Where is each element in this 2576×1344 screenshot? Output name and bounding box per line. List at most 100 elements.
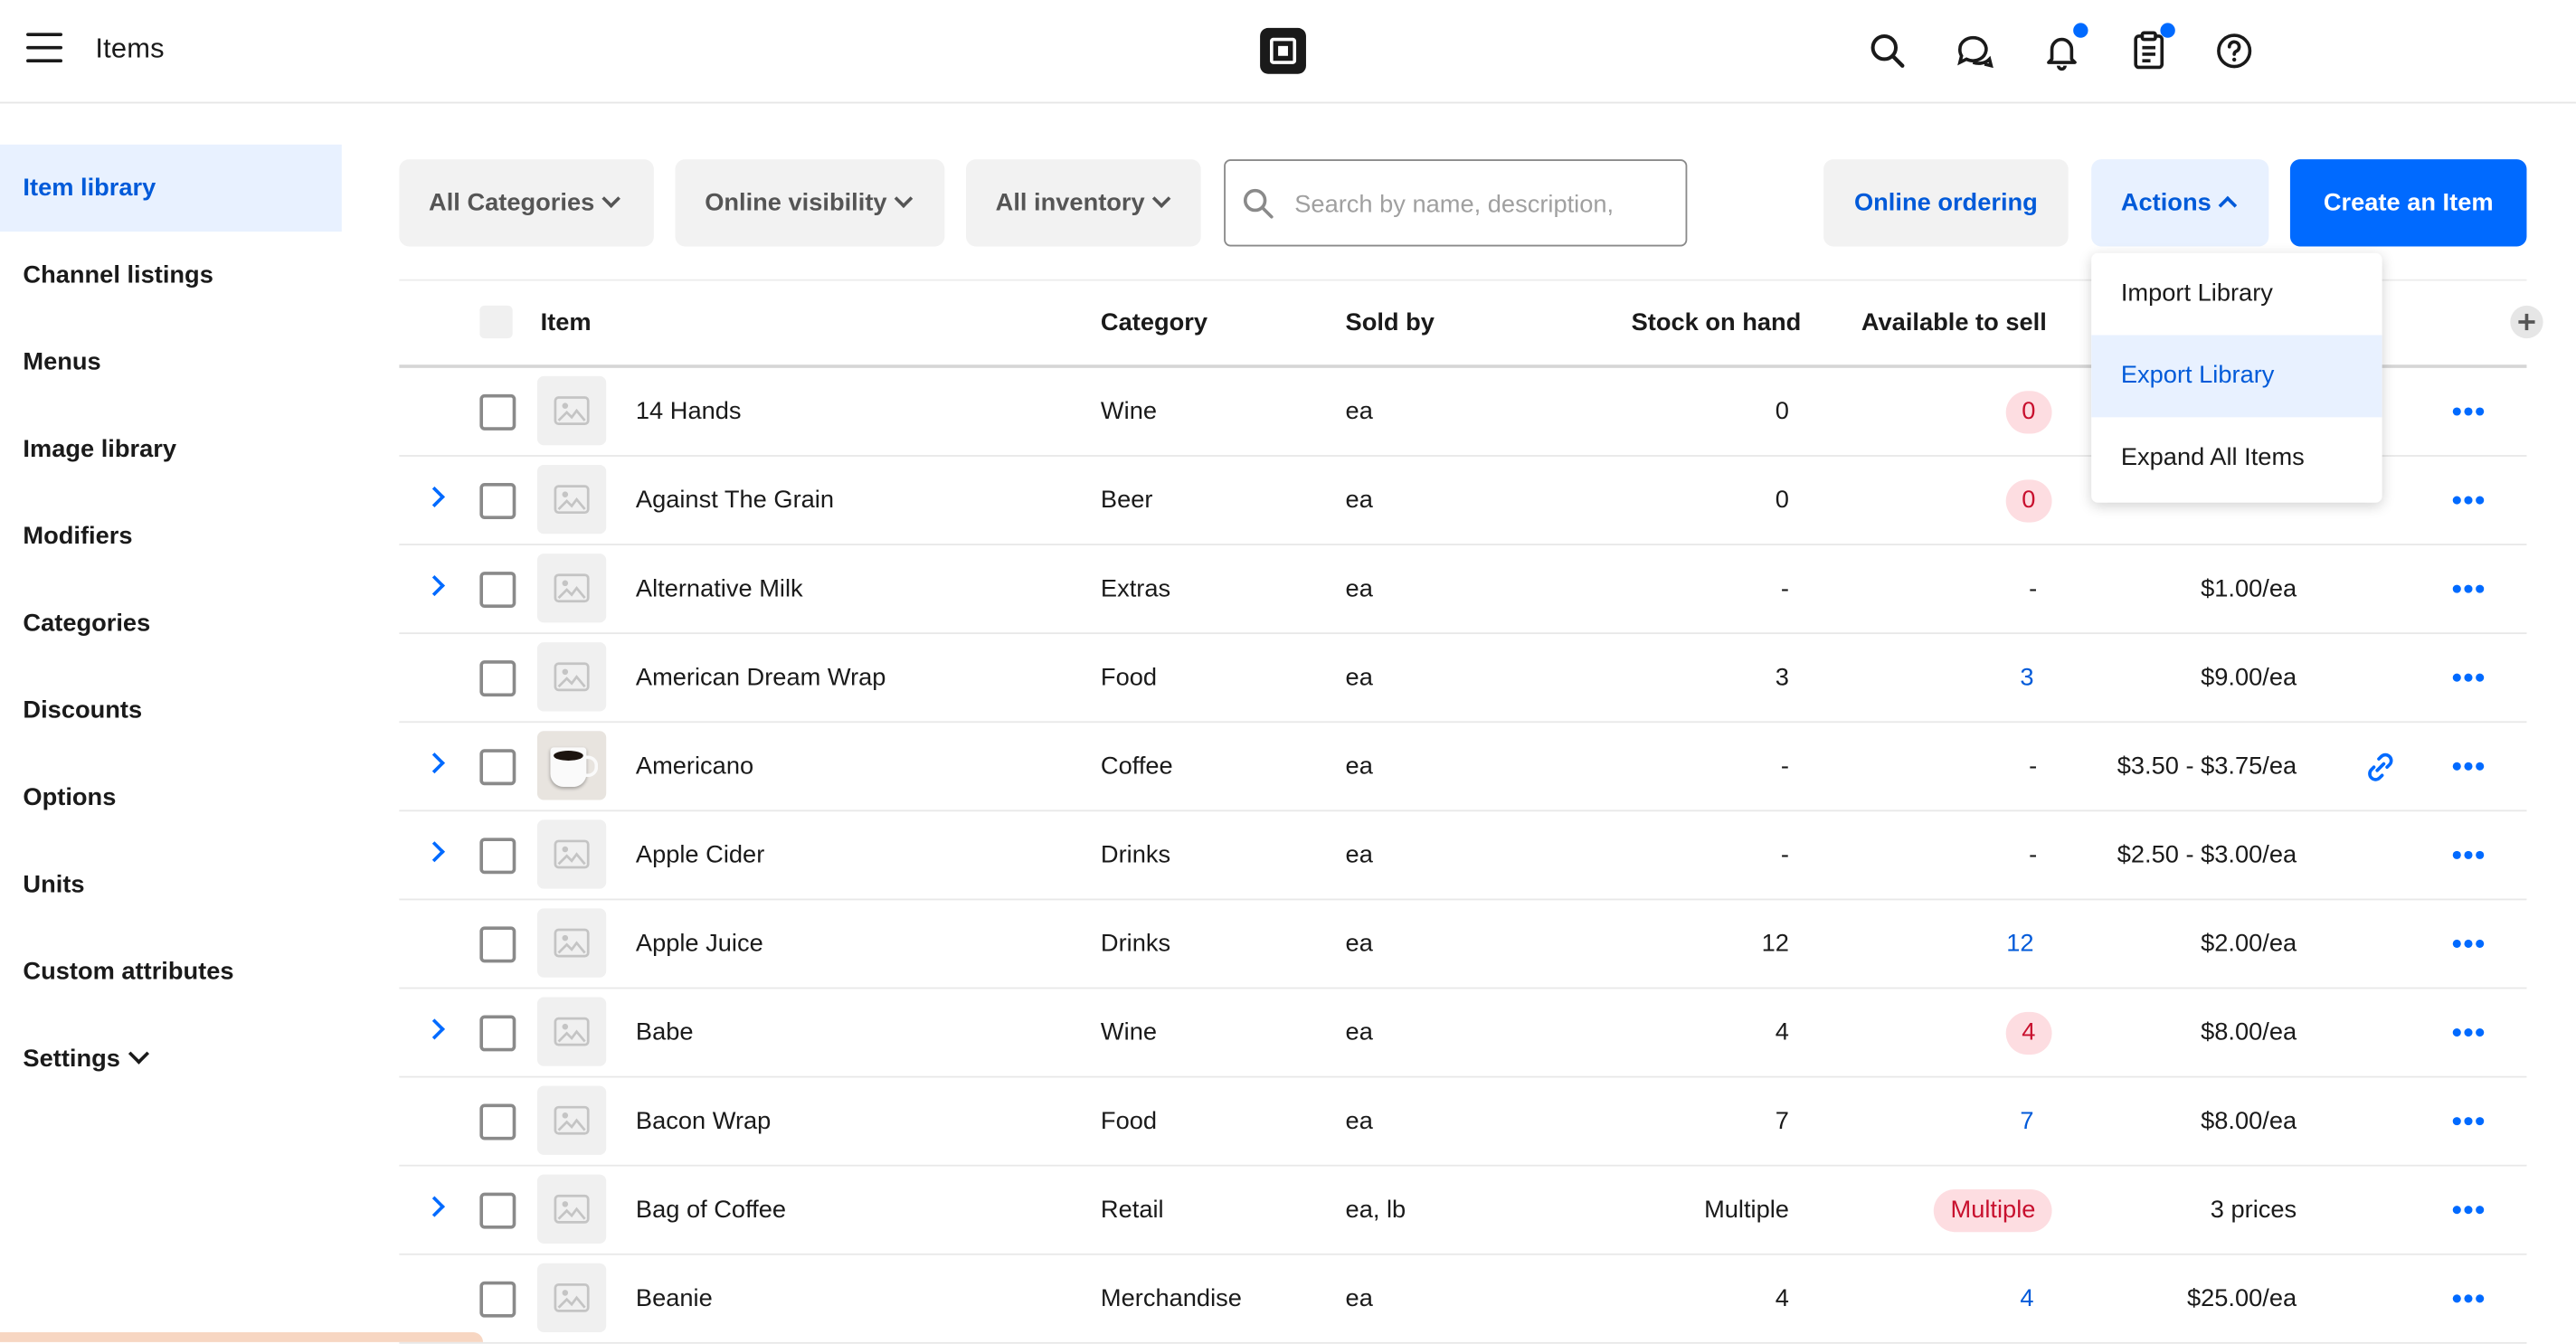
- item-price: $3.50 - $3.75/ea: [2117, 752, 2297, 781]
- more-options-icon[interactable]: [2445, 1077, 2494, 1164]
- column-header-category[interactable]: Category: [1101, 281, 1208, 365]
- select-all-checkbox[interactable]: [479, 305, 513, 339]
- expand-chevron-icon[interactable]: [423, 574, 445, 597]
- stock-on-hand: -: [1780, 840, 1789, 869]
- online-ordering-button[interactable]: Online ordering: [1823, 159, 2069, 247]
- clipboard-icon[interactable]: [2127, 23, 2175, 72]
- table-row[interactable]: Beanie Merchandise ea 4 4 $25.00/ea: [399, 1255, 2527, 1344]
- item-name[interactable]: Americano: [636, 723, 753, 809]
- inventory-filter-dropdown[interactable]: All inventory: [965, 159, 1201, 247]
- table-row[interactable]: Babe Wine ea 4 4 $8.00/ea: [399, 989, 2527, 1078]
- sidebar-item-modifiers[interactable]: Modifiers: [0, 493, 342, 580]
- row-checkbox[interactable]: [479, 1281, 516, 1318]
- table-row[interactable]: Apple Juice Drinks ea 12 12 $2.00/ea: [399, 900, 2527, 989]
- more-options-icon[interactable]: [2445, 900, 2494, 987]
- table-row[interactable]: American Dream Wrap Food ea 3 3 $9.00/ea: [399, 634, 2527, 724]
- row-checkbox[interactable]: [479, 749, 516, 786]
- column-header-item[interactable]: Item: [541, 281, 592, 365]
- help-icon[interactable]: [2213, 30, 2256, 72]
- sidebar-item-categories[interactable]: Categories: [0, 580, 342, 667]
- column-header-available[interactable]: Available to sell: [1861, 281, 2047, 365]
- item-sold-by: ea: [1345, 397, 1373, 426]
- item-name[interactable]: Bacon Wrap: [636, 1077, 771, 1164]
- more-options-icon[interactable]: [2445, 811, 2494, 898]
- more-options-icon[interactable]: [2445, 545, 2494, 632]
- more-options-icon[interactable]: [2445, 368, 2494, 455]
- sidebar-item-settings[interactable]: Settings: [0, 1015, 342, 1102]
- row-checkbox[interactable]: [479, 1192, 516, 1229]
- sidebar-item-channel-listings[interactable]: Channel listings: [0, 232, 342, 318]
- image-placeholder-icon: [536, 375, 607, 446]
- item-category: Drinks: [1100, 930, 1171, 958]
- available-to-sell-link[interactable]: 4: [2020, 1255, 2033, 1342]
- more-options-icon[interactable]: [2445, 1255, 2494, 1342]
- item-price: $2.50 - $3.00/ea: [2117, 840, 2297, 869]
- table-row[interactable]: Bacon Wrap Food ea 7 7 $8.00/ea: [399, 1077, 2527, 1167]
- row-checkbox[interactable]: [479, 1015, 516, 1052]
- sidebar-item-menus[interactable]: Menus: [0, 318, 342, 405]
- row-checkbox[interactable]: [479, 926, 516, 963]
- item-sold-by: ea: [1345, 752, 1373, 781]
- actions-button[interactable]: Actions: [2091, 159, 2269, 247]
- row-checkbox[interactable]: [479, 1103, 516, 1141]
- more-options-icon[interactable]: [2445, 457, 2494, 544]
- item-name[interactable]: Against The Grain: [636, 457, 834, 544]
- available-to-sell-link[interactable]: 12: [2006, 900, 2033, 987]
- column-header-stock[interactable]: Stock on hand: [1632, 281, 1802, 365]
- item-price: $1.00/ea: [2201, 574, 2297, 603]
- menu-icon[interactable]: [26, 33, 63, 65]
- row-checkbox[interactable]: [479, 660, 516, 697]
- square-logo[interactable]: [1260, 27, 1306, 74]
- create-item-button[interactable]: Create an Item: [2289, 159, 2527, 247]
- messages-icon[interactable]: [1954, 30, 1996, 72]
- expand-chevron-icon[interactable]: [423, 1018, 445, 1040]
- add-column-icon[interactable]: [2510, 305, 2543, 339]
- search-field[interactable]: [1224, 159, 1688, 249]
- column-header-sold-by[interactable]: Sold by: [1346, 281, 1435, 365]
- table-row[interactable]: Bag of Coffee Retail ea, lb Multiple Multipl…: [399, 1167, 2527, 1255]
- item-name[interactable]: 14 Hands: [636, 368, 742, 455]
- more-options-icon[interactable]: [2445, 989, 2494, 1075]
- item-name[interactable]: Beanie: [636, 1255, 713, 1342]
- search-icon[interactable]: [1866, 30, 1908, 72]
- menu-item-export-library[interactable]: Export Library: [2091, 335, 2382, 418]
- expand-chevron-icon[interactable]: [423, 486, 445, 507]
- menu-item-expand-all-items[interactable]: Expand All Items: [2091, 417, 2382, 499]
- table-row[interactable]: Americano Coffee ea - - $3.50 - $3.75/ea: [399, 723, 2527, 812]
- row-checkbox[interactable]: [479, 838, 516, 875]
- category-filter-dropdown[interactable]: All Categories: [399, 159, 654, 247]
- item-name[interactable]: Alternative Milk: [636, 545, 803, 632]
- row-checkbox[interactable]: [479, 482, 516, 519]
- row-checkbox[interactable]: [479, 572, 516, 609]
- row-checkbox[interactable]: [479, 393, 516, 431]
- low-stock-badge: Multiple: [1934, 1189, 2052, 1233]
- item-name[interactable]: Bag of Coffee: [636, 1167, 786, 1254]
- table-body: 14 Hands Wine ea 0 0 Against The Grain Beer ea 0…: [399, 368, 2527, 1344]
- search-input[interactable]: [1291, 160, 1680, 249]
- expand-chevron-icon[interactable]: [423, 841, 445, 863]
- item-name[interactable]: American Dream Wrap: [636, 634, 886, 721]
- sidebar-item-image-library[interactable]: Image library: [0, 406, 342, 493]
- item-name[interactable]: Apple Cider: [636, 811, 764, 898]
- item-name[interactable]: Apple Juice: [636, 900, 763, 987]
- menu-item-import-library[interactable]: Import Library: [2091, 253, 2382, 336]
- available-to-sell-link[interactable]: 3: [2020, 634, 2033, 721]
- more-options-icon[interactable]: [2445, 723, 2494, 809]
- item-category: Extras: [1100, 574, 1171, 603]
- sidebar-item-discounts[interactable]: Discounts: [0, 667, 342, 753]
- sidebar-item-units[interactable]: Units: [0, 841, 342, 928]
- table-row[interactable]: Alternative Milk Extras ea - - $1.00/ea: [399, 545, 2527, 635]
- item-name[interactable]: Babe: [636, 989, 694, 1075]
- visibility-filter-dropdown[interactable]: Online visibility: [675, 159, 945, 247]
- link-icon[interactable]: [2364, 751, 2397, 783]
- more-options-icon[interactable]: [2445, 1167, 2494, 1254]
- sidebar-item-options[interactable]: Options: [0, 754, 342, 841]
- bell-icon[interactable]: [2041, 23, 2088, 72]
- expand-chevron-icon[interactable]: [423, 752, 445, 774]
- expand-chevron-icon[interactable]: [423, 1196, 445, 1217]
- available-to-sell-link[interactable]: 7: [2020, 1077, 2033, 1164]
- more-options-icon[interactable]: [2445, 634, 2494, 721]
- sidebar-item-item-library[interactable]: Item library: [0, 144, 342, 232]
- table-row[interactable]: Apple Cider Drinks ea - - $2.50 - $3.00/ea: [399, 811, 2527, 901]
- sidebar-item-custom-attributes[interactable]: Custom attributes: [0, 928, 342, 1015]
